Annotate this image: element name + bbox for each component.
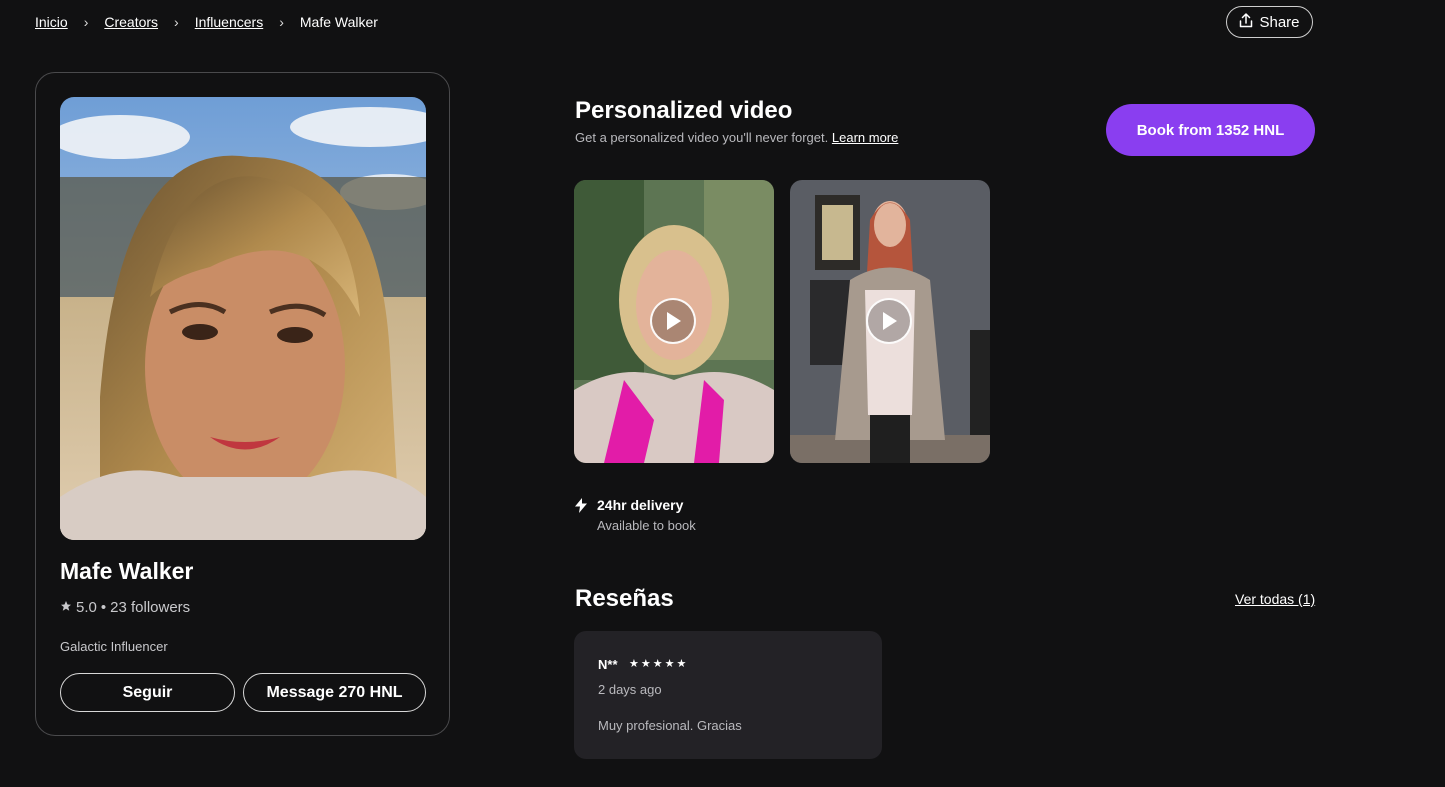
profile-photo [60, 97, 426, 540]
video-thumbnail-1[interactable] [574, 180, 774, 463]
profile-rating: 5.0 [76, 599, 97, 616]
video-section-title: Personalized video [575, 97, 793, 124]
breadcrumb: Inicio › Creators › Influencers › Mafe W… [35, 14, 378, 30]
reviews-title: Reseñas [575, 585, 674, 612]
book-button[interactable]: Book from 1352 HNL [1106, 104, 1315, 156]
play-icon[interactable] [866, 298, 912, 344]
video-section-subtitle: Get a personalized video you'll never fo… [575, 130, 898, 145]
chevron-right-icon: › [83, 14, 89, 30]
meta-separator: • [100, 599, 107, 616]
profile-role: Galactic Influencer [60, 639, 168, 654]
video-subtitle-text: Get a personalized video you'll never fo… [575, 130, 829, 145]
breadcrumb-link-creators[interactable]: Creators [104, 14, 158, 30]
play-icon[interactable] [650, 298, 696, 344]
share-icon [1239, 12, 1253, 32]
breadcrumb-link-influencers[interactable]: Influencers [195, 14, 263, 30]
message-button[interactable]: Message 270 HNL [243, 673, 426, 712]
breadcrumb-link-inicio[interactable]: Inicio [35, 14, 68, 30]
profile-followers: 23 followers [110, 599, 191, 616]
review-stars: ★★★★★ [629, 658, 689, 670]
star-icon [60, 599, 72, 616]
review-card: N** ★★★★★ 2 days ago Muy profesional. Gr… [574, 631, 882, 759]
profile-meta: 5.0 • 23 followers [60, 599, 190, 616]
share-button[interactable]: Share [1226, 6, 1313, 38]
share-label: Share [1259, 13, 1300, 31]
learn-more-link[interactable]: Learn more [832, 130, 898, 145]
lightning-icon [575, 498, 587, 518]
chevron-right-icon: › [279, 14, 284, 30]
review-author: N** [598, 657, 618, 672]
review-text: Muy profesional. Gracias [598, 718, 742, 733]
profile-card: Mafe Walker 5.0 • 23 followers Galactic … [35, 72, 450, 736]
follow-button[interactable]: Seguir [60, 673, 235, 712]
profile-name: Mafe Walker [60, 558, 194, 584]
see-all-reviews-link[interactable]: Ver todas (1) [1235, 591, 1315, 607]
breadcrumb-current: Mafe Walker [299, 14, 378, 30]
review-date: 2 days ago [598, 682, 662, 697]
delivery-title: 24hr delivery [597, 497, 684, 513]
chevron-right-icon: › [174, 14, 179, 30]
delivery-subtitle: Available to book [597, 518, 696, 533]
video-thumbnail-2[interactable] [790, 180, 990, 463]
